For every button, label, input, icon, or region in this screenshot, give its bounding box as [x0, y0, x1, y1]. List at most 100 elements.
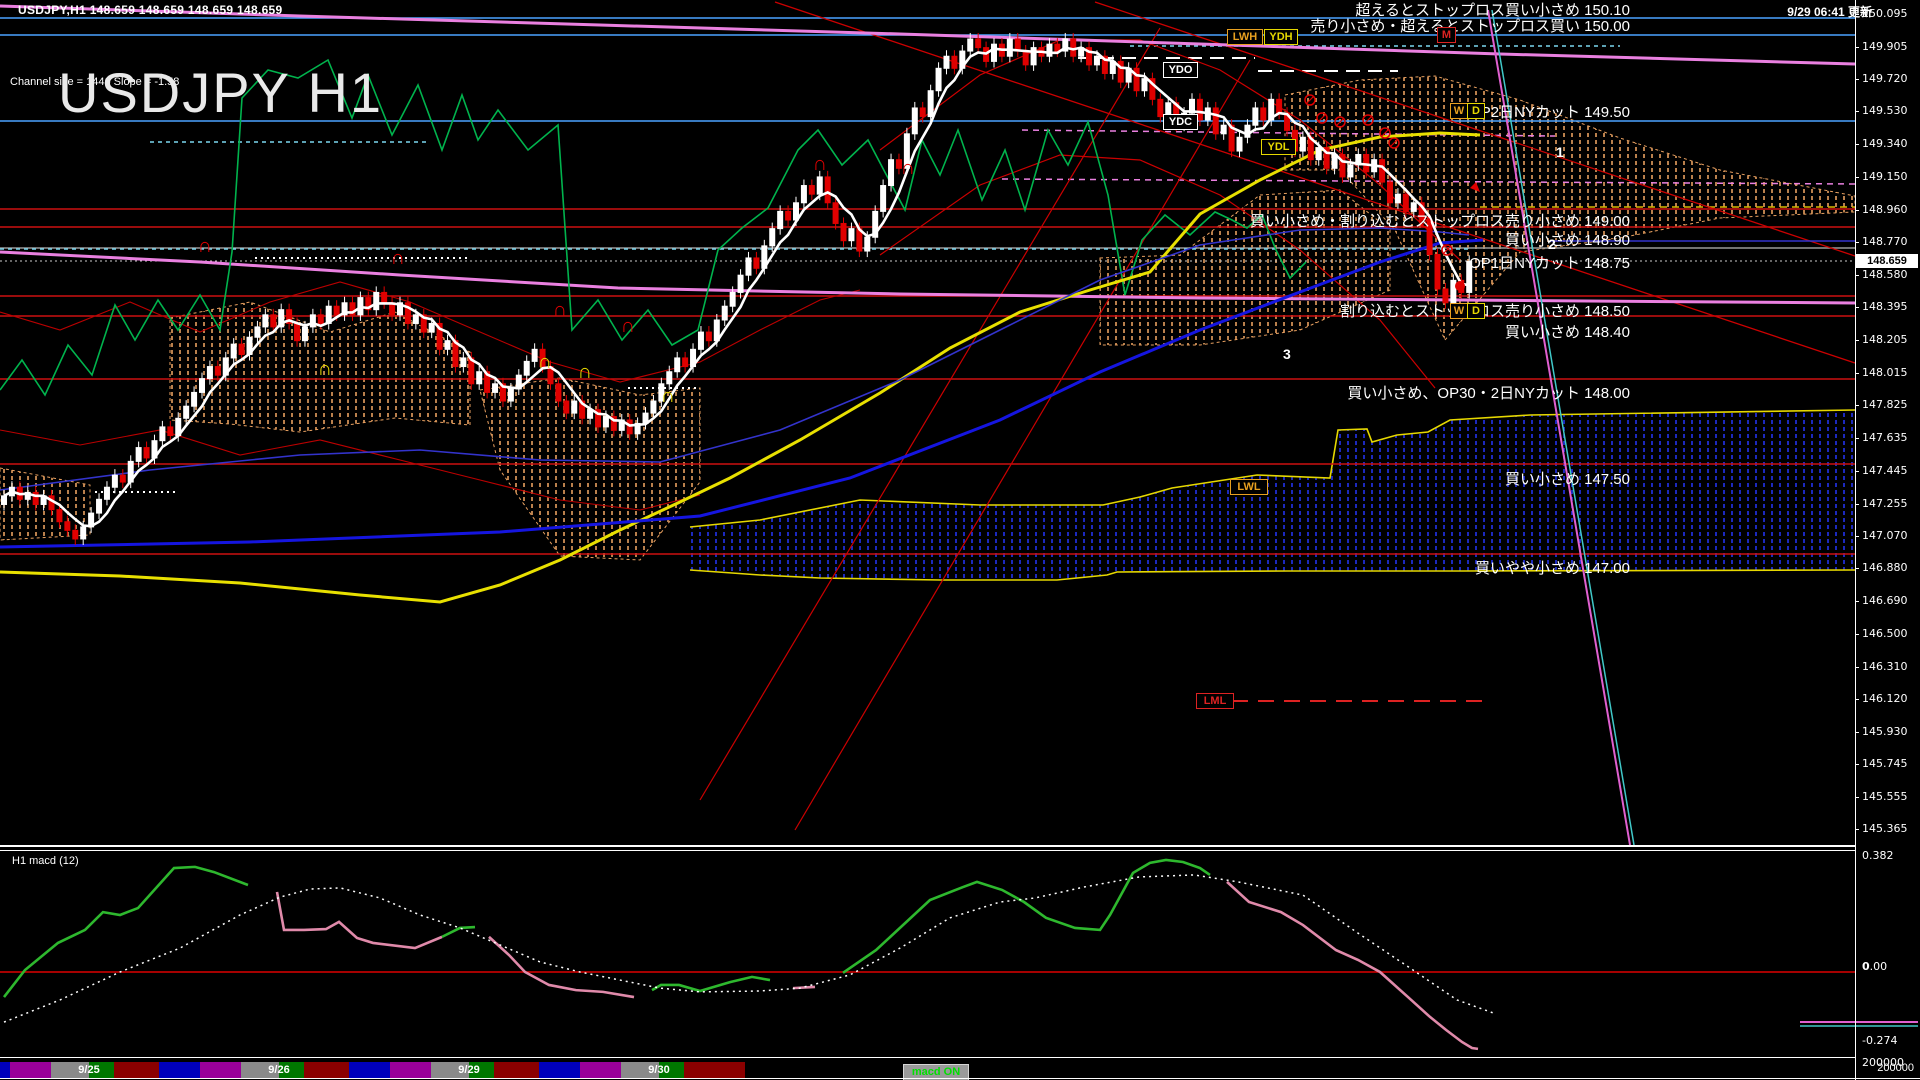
sell-signal-icon: ∩	[813, 153, 827, 175]
level-tag-d: D	[1467, 103, 1485, 119]
rally-channel-line	[795, 60, 1250, 830]
session-strip-segment	[349, 1062, 390, 1079]
macd-tick-label: 0.382	[1862, 849, 1894, 862]
price-tick-label: 145.930	[1862, 725, 1908, 738]
price-tick-label: 149.905	[1862, 40, 1908, 53]
wave-count-label: 1	[1556, 144, 1564, 160]
price-tick-label: 148.580	[1862, 268, 1908, 281]
price-tick-label: 146.500	[1862, 627, 1908, 640]
sell-signal-icon: ∩	[391, 247, 405, 269]
level-tag-lwh: LWH	[1227, 29, 1263, 45]
chart-canvas[interactable]: ∩ ∩ ∩ ∩ ∩ ∩ ∩ ∩ ∩ ∩	[0, 0, 1920, 1080]
session-strip-segment	[539, 1062, 580, 1079]
level-tag-ydl: YDL	[1261, 139, 1296, 155]
sell-signal-icon: ∩	[553, 299, 567, 321]
panel-separator-top2	[0, 850, 1855, 851]
macd-indicator-label: H1 macd (12)	[12, 855, 79, 867]
panel-separator-top[interactable]	[0, 845, 1855, 847]
order-annotation: 買い小さめ、OP30・2日NYカット 148.00	[1347, 382, 1630, 403]
macd-main-line	[277, 892, 442, 948]
price-tick-label: 147.825	[1862, 398, 1908, 411]
price-tick-label: 148.960	[1862, 203, 1908, 216]
price-tick-label: 150.095	[1862, 7, 1908, 20]
order-annotation: OP1日NYカット 148.75	[1469, 252, 1630, 273]
price-tick-label: 147.445	[1862, 464, 1908, 477]
price-tick-label: 146.690	[1862, 594, 1908, 607]
price-tick-label: 145.365	[1862, 822, 1908, 835]
level-tag-d: D	[1467, 303, 1485, 319]
level-tag-m: M	[1437, 27, 1456, 43]
panel-separator-bottom	[0, 1057, 1855, 1058]
buy-signal-icon: ∩	[661, 385, 675, 407]
session-strip-segment	[304, 1062, 349, 1079]
session-strip-segment	[390, 1062, 431, 1079]
order-annotation: 買い小さめ 147.50	[1505, 468, 1630, 489]
buy-signal-icon: ∩	[318, 358, 332, 380]
sell-signal-icon: ∩	[901, 157, 915, 179]
date-label: 9/25	[78, 1064, 99, 1076]
price-tick-label: 146.310	[1862, 660, 1908, 673]
axis-border	[1855, 0, 1856, 1080]
watermark-symbol-title: USDJPY H1	[58, 60, 383, 125]
order-annotation: 買い小さめ・割り込むとストップロス売り小さめ 149.00	[1250, 210, 1630, 231]
price-tick-label: 149.340	[1862, 137, 1908, 150]
price-tick-label: 149.530	[1862, 104, 1908, 117]
order-annotation: OP2日NYカット 149.50	[1469, 101, 1630, 122]
order-annotation: 売り小さめ・超えるとストップロス買い 150.00	[1310, 15, 1630, 36]
order-annotation: 買い小さめ 148.90	[1505, 229, 1630, 250]
macd-main-line	[843, 860, 1210, 973]
price-tick-label: 145.745	[1862, 757, 1908, 770]
session-strip-segment	[580, 1062, 621, 1079]
level-tag-ydh: YDH	[1264, 29, 1298, 45]
price-tick-label: 148.770	[1862, 235, 1908, 248]
window-bottom-border	[0, 1078, 1920, 1079]
price-tick-label: 147.255	[1862, 497, 1908, 510]
price-tick-label: 149.720	[1862, 72, 1908, 85]
level-tag-w: W	[1450, 303, 1468, 319]
price-tick-label: 148.015	[1862, 366, 1908, 379]
macd-signal-line	[4, 875, 1493, 1022]
current-price-tag: 148.659	[1856, 254, 1918, 268]
symbol-ohlc-info: USDJPY,H1 148.659 148.659 148.659 148.65…	[18, 3, 283, 17]
macd-main-line	[1227, 882, 1478, 1049]
macd-main-line	[4, 867, 248, 997]
price-tick-label: 147.070	[1862, 529, 1908, 542]
sell-signal-icon: ∩	[621, 315, 635, 337]
date-label: 9/26	[268, 1064, 289, 1076]
level-tag-ydo: YDO	[1163, 62, 1198, 78]
price-tick-label: 148.395	[1862, 300, 1908, 313]
price-tick-label: 145.555	[1862, 790, 1908, 803]
session-strip-segment	[494, 1062, 539, 1079]
price-tick-label: 146.120	[1862, 692, 1908, 705]
order-annotation: 買い小さめ 148.40	[1505, 321, 1630, 342]
mt4-chart-window: ∩ ∩ ∩ ∩ ∩ ∩ ∩ ∩ ∩ ∩ USDJPY,H1 148.659 148.659 148…	[0, 0, 1920, 1080]
session-strip-segment	[200, 1062, 241, 1079]
rally-channel-line	[700, 28, 1160, 800]
wave-count-label: 2	[1548, 236, 1556, 252]
macd-tick-label: 0.00	[1862, 960, 1887, 973]
session-strip-segment	[684, 1062, 745, 1079]
macd-main-line	[793, 987, 815, 988]
level-tag-ydc: YDC	[1163, 114, 1198, 130]
price-tick-label: 147.635	[1862, 431, 1908, 444]
sell-signal-icon: ∩	[198, 235, 212, 257]
macd-main-line	[652, 977, 770, 991]
price-tick-label: 149.150	[1862, 170, 1908, 183]
level-tag-lwl: LWL	[1230, 479, 1268, 495]
price-tick-label: 148.205	[1862, 333, 1908, 346]
price-tick-label: 146.880	[1862, 561, 1908, 574]
session-strip-segment	[0, 1062, 10, 1079]
level-tag-w: W	[1450, 103, 1468, 119]
date-label: 9/29	[458, 1064, 479, 1076]
wave-count-label: 3	[1283, 346, 1291, 362]
macd-main-line	[442, 927, 475, 937]
macd-tick-label: -0.274	[1862, 1034, 1897, 1047]
update-timestamp: 9/29 06:41 更新	[1787, 3, 1872, 20]
volume-scale-label: 200000	[1877, 1062, 1914, 1074]
buy-signal-icon: ∩	[578, 361, 592, 383]
buy-signal-icon: ∩	[538, 351, 552, 373]
order-annotation: 買いやや小さめ 147.00	[1475, 557, 1630, 578]
session-strip-segment	[10, 1062, 51, 1079]
level-tag-lml: LML	[1196, 693, 1234, 709]
session-strip-segment	[159, 1062, 200, 1079]
